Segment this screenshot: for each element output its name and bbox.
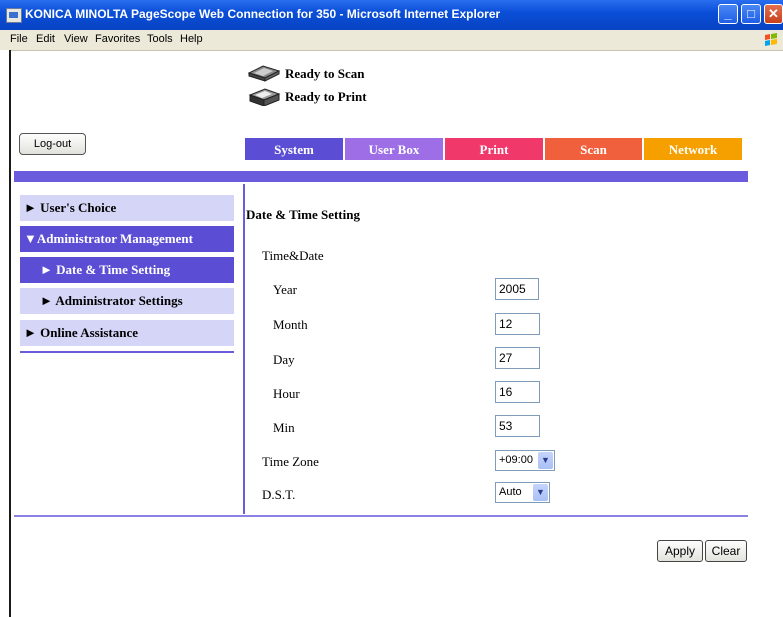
header-divider <box>14 171 748 182</box>
dst-select[interactable]: Auto ▼ <box>495 482 550 503</box>
printer-icon <box>248 88 281 106</box>
nav-divider <box>20 351 234 353</box>
min-label: Min <box>273 420 295 435</box>
title-bar: KONICA MINOLTA PageScope Web Connection … <box>0 0 783 30</box>
tab-print[interactable]: Print <box>445 138 543 160</box>
nav-date-time-setting[interactable]: ► Date & Time Setting <box>20 257 234 283</box>
timezone-label: Time Zone <box>262 454 319 469</box>
content-divider <box>243 184 245 514</box>
nav-users-choice[interactable]: ► User's Choice <box>20 195 234 221</box>
timezone-value: +09:00 <box>499 454 533 466</box>
chevron-down-icon[interactable]: ▼ <box>538 452 553 469</box>
print-status: Ready to Print <box>285 89 367 104</box>
clear-button[interactable]: Clear <box>705 540 747 562</box>
nav-administrator-settings[interactable]: ► Administrator Settings <box>20 288 234 314</box>
day-label: Day <box>273 352 295 367</box>
day-input[interactable]: 27 <box>495 347 540 369</box>
tab-network[interactable]: Network <box>644 138 742 160</box>
nav-administrator-management[interactable]: ▼Administrator Management <box>20 226 234 252</box>
scanner-icon <box>247 65 281 82</box>
frame-border <box>0 50 11 617</box>
chevron-down-icon[interactable]: ▼ <box>533 484 548 501</box>
window-title: KONICA MINOLTA PageScope Web Connection … <box>25 7 501 21</box>
min-input[interactable]: 53 <box>495 415 540 437</box>
menu-tools[interactable]: Tools <box>147 33 173 45</box>
timezone-select[interactable]: +09:00 ▼ <box>495 450 555 471</box>
menu-help[interactable]: Help <box>180 33 203 45</box>
year-label: Year <box>273 282 297 297</box>
footer-divider <box>14 515 748 517</box>
minimize-button[interactable]: _ <box>718 4 738 24</box>
month-label: Month <box>273 317 308 332</box>
menu-favorites[interactable]: Favorites <box>95 33 140 45</box>
ie-page-icon <box>6 8 22 23</box>
month-input[interactable]: 12 <box>495 313 540 335</box>
apply-button[interactable]: Apply <box>657 540 703 562</box>
menu-edit[interactable]: Edit <box>36 33 55 45</box>
hour-input[interactable]: 16 <box>495 381 540 403</box>
nav-online-assistance[interactable]: ► Online Assistance <box>20 320 234 346</box>
close-button[interactable]: ✕ <box>764 4 783 24</box>
dst-value: Auto <box>499 486 522 498</box>
logout-button[interactable]: Log-out <box>19 133 86 155</box>
scan-status: Ready to Scan <box>285 66 365 81</box>
dst-label: D.S.T. <box>262 487 296 502</box>
menu-file[interactable]: File <box>10 33 28 45</box>
tab-system[interactable]: System <box>245 138 343 160</box>
maximize-button[interactable]: □ <box>741 4 761 24</box>
page-title: Date & Time Setting <box>246 207 360 222</box>
windows-logo-icon <box>765 33 777 46</box>
tab-user-box[interactable]: User Box <box>345 138 443 160</box>
year-input[interactable]: 2005 <box>495 278 539 300</box>
menu-bar: File Edit View Favorites Tools Help <box>0 30 783 51</box>
tab-scan[interactable]: Scan <box>545 138 642 160</box>
hour-label: Hour <box>273 386 300 401</box>
menu-view[interactable]: View <box>64 33 88 45</box>
time-date-group-label: Time&Date <box>262 248 324 263</box>
